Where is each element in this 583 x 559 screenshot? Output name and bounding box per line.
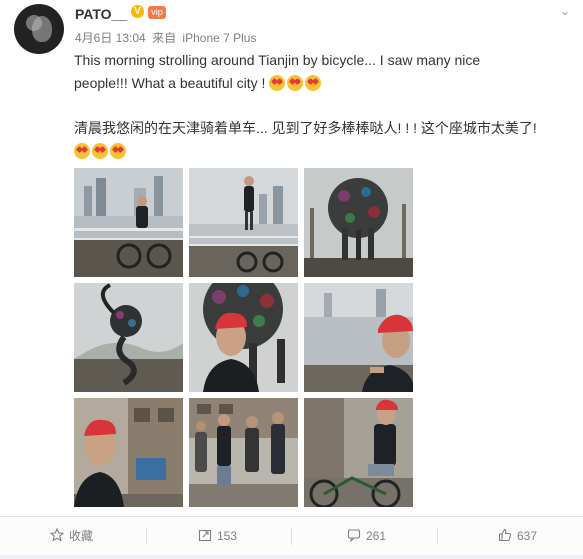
heart-eyes-emoji-icon: [110, 143, 126, 159]
heart-eyes-emoji-icon: [74, 143, 90, 159]
photo-sitting-on-bike[interactable]: [304, 398, 413, 507]
photo-standing-on-railing[interactable]: [189, 168, 298, 277]
avatar[interactable]: [14, 4, 64, 54]
photo-grid: [74, 168, 414, 508]
like-count: 637: [517, 529, 538, 543]
post-text-line: 清晨我悠闲的在天津骑着单车... 见到了好多棒棒哒人! ! ! 这个座城市太美了…: [74, 120, 537, 136]
heart-eyes-emoji-icon: [287, 75, 304, 91]
username[interactable]: PATO__: [75, 6, 127, 22]
photo-bike-riverside-1[interactable]: [74, 168, 183, 277]
post-date[interactable]: 4月6日 13:04: [75, 31, 146, 45]
comment-button[interactable]: 261: [347, 517, 386, 556]
divider: [0, 555, 583, 559]
thumbs-up-icon: [498, 519, 512, 558]
comment-icon: [347, 519, 361, 558]
post-source[interactable]: iPhone 7 Plus: [182, 31, 256, 45]
action-bar: 收藏 153 261 637: [0, 516, 583, 556]
photo-red-cap-river[interactable]: [304, 283, 413, 392]
vip-badge-icon[interactable]: vip: [148, 6, 166, 19]
post-text-line: people!!! What a beautiful city !: [74, 75, 270, 91]
photo-selfie-alley[interactable]: [74, 398, 183, 507]
post-text-line: This morning strolling around Tianjin by…: [74, 52, 481, 68]
photo-selfie-sculpture[interactable]: [189, 283, 298, 392]
divider: [437, 528, 438, 545]
post-text-english: This morning strolling around Tianjin by…: [74, 49, 574, 95]
source-prefix: 来自: [152, 31, 177, 45]
photo-twisted-sculpture[interactable]: [74, 283, 183, 392]
favorite-button[interactable]: 收藏: [49, 517, 94, 558]
repost-icon: [198, 519, 212, 558]
divider: [291, 528, 292, 545]
heart-eyes-emoji-icon: [269, 75, 286, 91]
verified-badge-icon: V: [131, 5, 144, 18]
chevron-down-icon[interactable]: ⌄: [560, 4, 570, 18]
star-icon: [49, 519, 65, 558]
divider: [146, 528, 147, 545]
like-button[interactable]: 637: [498, 517, 537, 556]
favorite-label: 收藏: [69, 529, 94, 543]
photo-street-with-locals[interactable]: [189, 398, 298, 507]
heart-eyes-emoji-icon: [92, 143, 108, 159]
weibo-post-card: PATO__ V vip ⌄ 4月6日 13:04 来自 iPhone 7 Pl…: [0, 0, 583, 559]
comment-count: 261: [366, 529, 387, 543]
heart-eyes-emoji-icon: [305, 75, 322, 91]
repost-count: 153: [217, 529, 238, 543]
photo-flower-sculpture[interactable]: [304, 168, 413, 277]
post-meta: 4月6日 13:04 来自 iPhone 7 Plus: [75, 29, 259, 46]
repost-button[interactable]: 153: [198, 517, 237, 556]
post-text-chinese: 清晨我悠闲的在天津骑着单车... 见到了好多棒棒哒人! ! ! 这个座城市太美了…: [74, 117, 574, 163]
